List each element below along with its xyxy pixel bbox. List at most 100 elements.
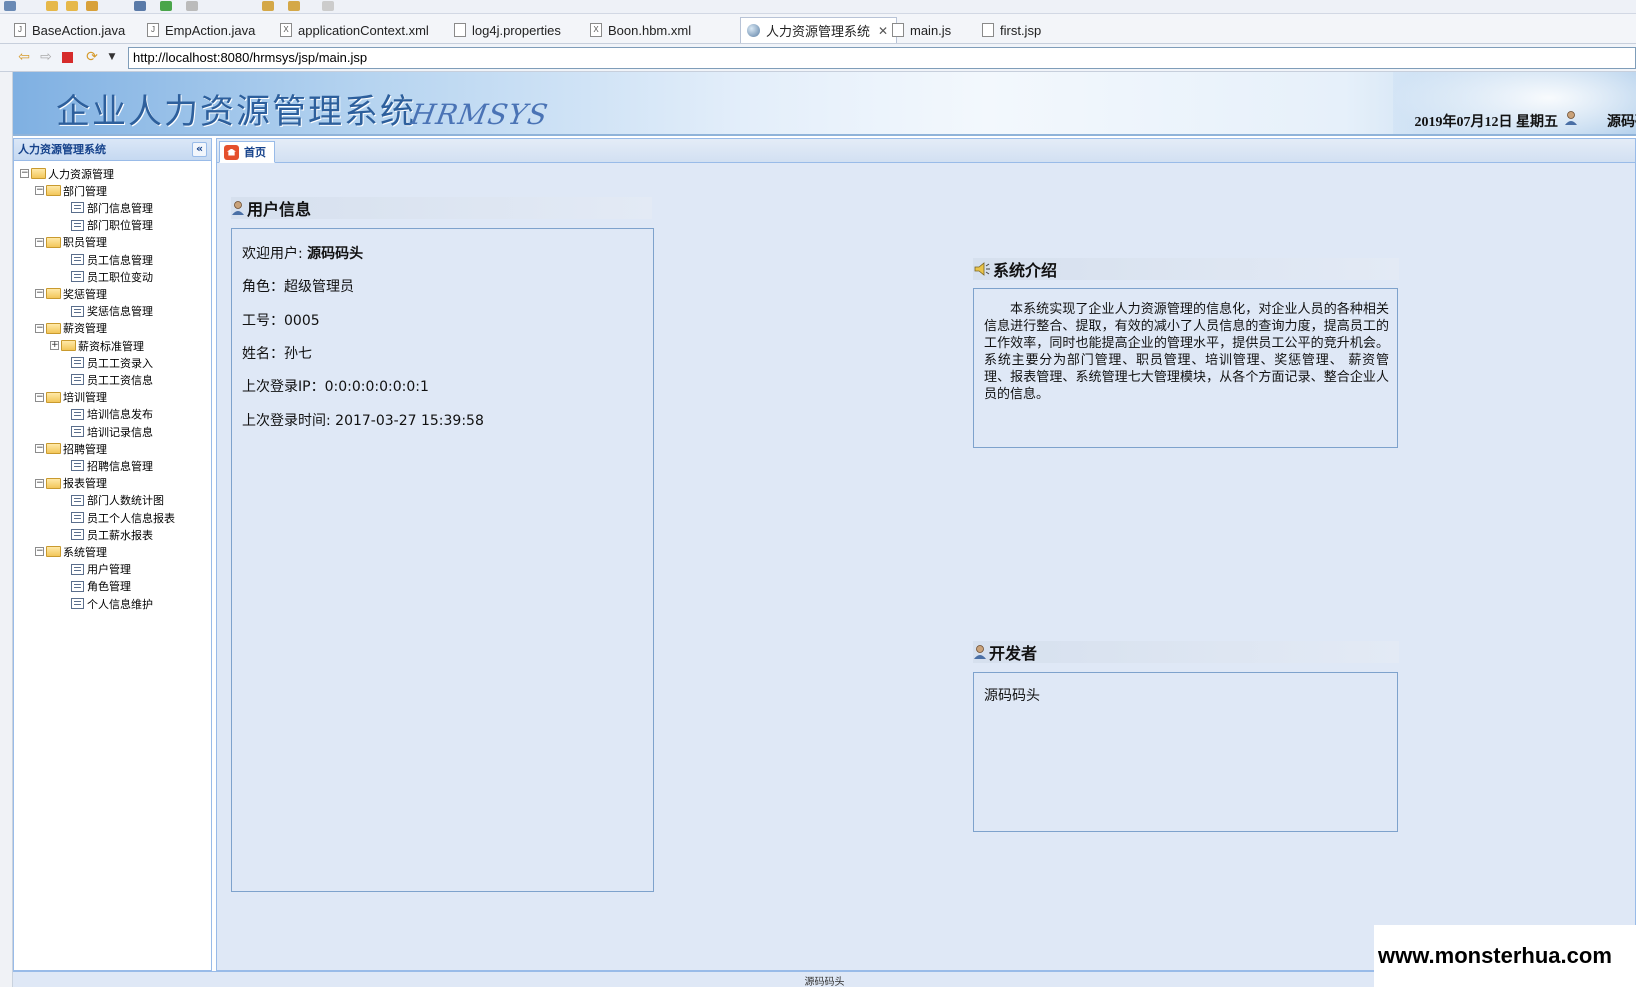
editor-tab-applicationcontext[interactable]: XapplicationContext.xml <box>274 17 437 43</box>
properties-file-icon <box>454 23 466 37</box>
editor-tab-empaction[interactable]: J EmpAction.java <box>141 17 263 43</box>
tree-leaf-item[interactable]: 奖惩信息管理 <box>71 303 153 320</box>
stop-icon[interactable] <box>62 52 73 63</box>
tree-leaf-item[interactable]: 员工薪水报表 <box>71 526 153 543</box>
tab-home-label: 首页 <box>244 146 266 159</box>
url-input[interactable]: http://localhost:8080/hrmsys/jsp/main.js… <box>128 47 1636 69</box>
tree-item-label: 员工工资录入 <box>87 356 153 370</box>
editor-tab-baseaction[interactable]: J BaseAction.java <box>8 17 133 43</box>
refresh-icon[interactable]: ⟳ <box>84 50 100 64</box>
tree-item-label: 人力资源管理 <box>48 167 114 181</box>
tree-item-label: 系统管理 <box>63 545 107 559</box>
tree-folder-item[interactable]: − 报表管理 <box>35 475 107 492</box>
developer-name: 源码码头 <box>984 688 1040 704</box>
tree-folder-item[interactable]: − 职员管理 <box>35 234 107 251</box>
tree-item-label: 员工职位变动 <box>87 270 153 284</box>
back-history-icon[interactable] <box>262 1 274 11</box>
left-edge-strip <box>0 72 13 987</box>
globe-icon <box>747 24 760 37</box>
next-icon[interactable] <box>322 1 334 11</box>
tree-item-label: 培训记录信息 <box>87 425 153 439</box>
collapse-panel-button[interactable]: « <box>192 142 207 157</box>
tree-leaf-item[interactable]: 角色管理 <box>71 578 131 595</box>
tree-leaf-item[interactable]: 用户管理 <box>71 561 131 578</box>
tree-leaf-item[interactable]: 培训信息发布 <box>71 406 153 423</box>
debug-icon[interactable] <box>134 1 146 11</box>
center-content-panel: 首页 用户信息 欢迎用户: 源码码头 角色：超级管理员 工号：0005 姓名：孙… <box>216 138 1636 971</box>
collapse-icon[interactable]: − <box>35 289 44 299</box>
tree-folder-item[interactable]: − 培训管理 <box>35 389 107 406</box>
forward-arrow-icon[interactable]: ⇨ <box>38 50 54 64</box>
developer-title-text: 开发者 <box>989 644 1038 663</box>
editor-tab-hrmsys-browser[interactable]: 人力资源管理系统 ✕ <box>740 17 898 43</box>
tab-home[interactable]: 首页 <box>219 141 275 163</box>
tree-leaf-item[interactable]: 部门人数统计图 <box>71 492 164 509</box>
tree-leaf-item[interactable]: 培训记录信息 <box>71 423 153 440</box>
collapse-icon[interactable]: − <box>35 323 44 333</box>
tree-leaf-item[interactable]: 个人信息维护 <box>71 595 153 612</box>
browser-nav-bar: ⇦ ⇨ ⟳ ▼ http://localhost:8080/hrmsys/jsp… <box>0 44 1636 72</box>
tree-folder-item[interactable]: − 系统管理 <box>35 543 107 560</box>
left-nav-panel: 人力资源管理系统 « − 人力资源管理 − 部门管理 部门信息管理 部门职位管理 − 职员管理… <box>13 138 212 971</box>
tree-item-label: 用户管理 <box>87 563 131 577</box>
user-icon <box>232 201 244 215</box>
run-icon[interactable] <box>160 1 172 11</box>
collapse-icon[interactable]: − <box>35 186 44 196</box>
tab-label: BaseAction.java <box>32 22 126 38</box>
expand-icon[interactable]: + <box>50 341 59 350</box>
tree-item-label: 员工信息管理 <box>87 253 153 267</box>
tree-folder-item[interactable]: − 部门管理 <box>35 182 107 199</box>
tree-item-label: 员工工资信息 <box>87 373 153 387</box>
folder-icon <box>46 546 61 558</box>
open-folder-icon[interactable] <box>46 1 58 11</box>
tree-folder-item[interactable]: − 奖惩管理 <box>35 285 107 302</box>
editor-tab-bar: J BaseAction.java J EmpAction.java Xapplic… <box>0 14 1636 44</box>
folder-icon <box>46 391 61 403</box>
list-page-icon <box>71 494 84 506</box>
tree-folder-item[interactable]: + 薪资标准管理 <box>50 337 144 354</box>
collapse-icon[interactable]: − <box>35 547 44 557</box>
wand-icon[interactable] <box>86 1 98 11</box>
role-line: 角色：超级管理员 <box>242 279 354 295</box>
user-icon <box>974 645 986 659</box>
collapse-icon[interactable]: − <box>20 169 29 178</box>
tree-folder-item[interactable]: − 招聘管理 <box>35 440 107 457</box>
tree-folder-item[interactable]: − 薪资管理 <box>35 320 107 337</box>
editor-tab-boon-hbm[interactable]: X Boon.hbm.xml <box>584 17 699 43</box>
tree-leaf-item[interactable]: 员工工资信息 <box>71 371 153 388</box>
developer-title: 开发者 <box>973 641 1399 663</box>
folder-icon <box>46 288 61 300</box>
back-arrow-icon[interactable]: ⇦ <box>16 50 32 64</box>
watermark-text: www.monsterhua.com <box>1374 925 1636 987</box>
collapse-icon[interactable]: − <box>35 237 44 247</box>
editor-tab-first-jsp[interactable]: first.jsp <box>976 17 1049 43</box>
folder-icon <box>46 477 61 489</box>
home-icon <box>224 144 239 160</box>
tree-leaf-item[interactable]: 部门信息管理 <box>71 199 153 216</box>
collapse-icon[interactable]: − <box>35 392 44 402</box>
tree-leaf-item[interactable]: 部门职位管理 <box>71 217 153 234</box>
editor-tab-main-js[interactable]: main.js <box>886 17 959 43</box>
tree-leaf-item[interactable]: 员工工资录入 <box>71 354 153 371</box>
tree-item-label: 培训管理 <box>63 391 107 405</box>
build-icon[interactable] <box>186 1 198 11</box>
collapse-icon[interactable]: − <box>35 478 44 488</box>
editor-tab-log4j[interactable]: log4j.properties <box>448 17 569 43</box>
welcome-line: 欢迎用户: 源码码头 <box>242 243 363 263</box>
tree-leaf-item[interactable]: 员工信息管理 <box>71 251 153 268</box>
tree-leaf-item[interactable]: 员工职位变动 <box>71 268 153 285</box>
save-icon[interactable] <box>66 1 78 11</box>
forward-history-icon[interactable] <box>288 1 300 11</box>
speaker-icon <box>974 262 990 276</box>
collapse-icon[interactable]: − <box>35 444 44 454</box>
user-info-box: 欢迎用户: 源码码头 角色：超级管理员 工号：0005 姓名：孙七 上次登录IP… <box>231 228 654 892</box>
tree-leaf-item[interactable]: 员工个人信息报表 <box>71 509 175 526</box>
chevron-down-icon[interactable]: ▼ <box>104 50 120 64</box>
refresh-icon[interactable] <box>4 1 16 11</box>
left-panel-header: 人力资源管理系统 « <box>14 139 211 161</box>
tree-folder-item[interactable]: − 人力资源管理 <box>20 165 114 182</box>
tree-leaf-item[interactable]: 招聘信息管理 <box>71 457 153 474</box>
list-page-icon <box>71 426 84 437</box>
developer-box: 源码码头 <box>973 672 1398 832</box>
content-tab-strip: 首页 <box>217 139 1635 163</box>
